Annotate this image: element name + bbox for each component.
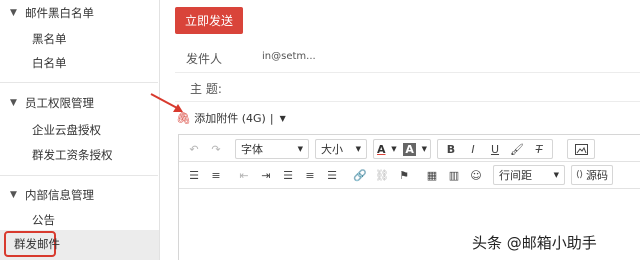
source-label: 源码: [586, 169, 609, 182]
outdent-icon[interactable]: ⇤: [234, 165, 254, 185]
add-attachment-button[interactable]: 🖇 添加附件 (4G) | ▼: [176, 110, 286, 126]
watermark: 头条 @邮箱小助手: [472, 234, 597, 252]
sidebar: ▼ 邮件黑白名单 黑名单 白名单 ▼ 员工权限管理 企业云盘授权 群发工资条授权…: [0, 0, 160, 260]
chevron-down-icon[interactable]: ▼: [391, 145, 396, 153]
color-group: A ▼ A ▼: [373, 139, 431, 159]
undo-icon[interactable]: ↶: [184, 139, 204, 159]
line-height-select[interactable]: 行间距 ▼: [493, 165, 565, 185]
align-center-icon[interactable]: ≡: [300, 165, 320, 185]
chevron-down-icon: ▼: [553, 171, 559, 179]
sidebar-divider: [0, 175, 158, 176]
chevron-down-icon[interactable]: ▼: [280, 114, 286, 123]
brush-icon[interactable]: 🖌: [507, 139, 527, 159]
italic-button[interactable]: I: [463, 139, 483, 159]
chevron-down-icon: ▼: [355, 145, 361, 153]
source-button[interactable]: ⟨⟩ 源码: [571, 165, 614, 185]
sidebar-section-internal-info[interactable]: ▼ 内部信息管理: [10, 186, 94, 204]
redo-icon[interactable]: ↷: [206, 139, 226, 159]
font-select-label: 字体: [241, 143, 263, 156]
chevron-down-icon: ▼: [297, 145, 303, 153]
link-icon[interactable]: 🔗: [350, 165, 370, 185]
toolbar-row-2: ☰ ≡ ⇤ ⇥ ☰ ≡ ☰ 🔗 ⛓ ⚑ ▦ ▥ ☺ 行间距 ▼ ⟨⟩ 源码: [179, 162, 640, 188]
clear-format-icon[interactable]: T: [529, 139, 549, 159]
field-divider: [175, 72, 640, 73]
align-right-icon[interactable]: ☰: [322, 165, 342, 185]
font-color-button[interactable]: A: [377, 143, 386, 156]
columns-icon[interactable]: ▥: [444, 165, 464, 185]
unlink-icon[interactable]: ⛓: [372, 165, 392, 185]
image-group: [567, 139, 595, 159]
sidebar-item-blacklist[interactable]: 黑名单: [32, 31, 67, 47]
underline-button[interactable]: U: [485, 139, 505, 159]
size-select[interactable]: 大小 ▼: [315, 139, 367, 159]
sidebar-section-title: 内部信息管理: [25, 188, 94, 202]
send-now-button[interactable]: 立即发送: [175, 7, 243, 34]
flag-icon[interactable]: ⚑: [394, 165, 414, 185]
align-left-icon[interactable]: ☰: [278, 165, 298, 185]
image-icon[interactable]: [571, 139, 591, 159]
size-select-label: 大小: [321, 143, 343, 156]
sender-label: 发件人: [186, 52, 223, 66]
source-icon: ⟨⟩: [576, 170, 584, 180]
sidebar-item-cloud-auth[interactable]: 企业云盘授权: [32, 122, 101, 138]
toolbar-row-1: ↶ ↷ 字体 ▼ 大小 ▼ A ▼ A ▼ B I U 🖌 T: [179, 136, 640, 162]
bold-button[interactable]: B: [441, 139, 461, 159]
ordered-list-icon[interactable]: ☰: [184, 165, 204, 185]
paperclip-icon: 🖇: [176, 111, 192, 125]
attach-label: 添加附件 (4G): [194, 112, 266, 125]
sidebar-divider: [0, 82, 158, 83]
table-icon[interactable]: ▦: [422, 165, 442, 185]
sidebar-item-payslip-auth[interactable]: 群发工资条授权: [32, 147, 113, 163]
chevron-down-icon[interactable]: ▼: [422, 145, 427, 153]
sidebar-section-title: 邮件黑白名单: [25, 6, 94, 20]
font-select[interactable]: 字体 ▼: [235, 139, 309, 159]
attach-separator: |: [269, 111, 274, 125]
sidebar-section-permissions[interactable]: ▼ 员工权限管理: [10, 94, 94, 112]
chevron-down-icon: ▼: [10, 98, 17, 108]
sender-value[interactable]: in@setm...: [262, 51, 316, 62]
sidebar-section-title: 员工权限管理: [25, 96, 94, 110]
indent-icon[interactable]: ⇥: [256, 165, 276, 185]
format-group: B I U 🖌 T: [437, 139, 553, 159]
line-height-label: 行间距: [499, 169, 532, 182]
emoji-icon[interactable]: ☺: [466, 165, 486, 185]
sidebar-section-blacklist[interactable]: ▼ 邮件黑白名单: [10, 4, 94, 22]
subject-label: 主 题:: [190, 82, 222, 96]
chevron-down-icon: ▼: [10, 8, 17, 18]
sidebar-item-whitelist[interactable]: 白名单: [32, 55, 67, 71]
chevron-down-icon: ▼: [10, 190, 17, 200]
bg-color-button[interactable]: A: [403, 142, 416, 156]
sidebar-item-mass-mail-label: 群发邮件: [14, 237, 60, 251]
unordered-list-icon[interactable]: ≡: [206, 165, 226, 185]
field-divider: [175, 101, 640, 102]
toolbar-divider: [179, 188, 640, 189]
sidebar-item-announcement[interactable]: 公告: [32, 212, 55, 228]
